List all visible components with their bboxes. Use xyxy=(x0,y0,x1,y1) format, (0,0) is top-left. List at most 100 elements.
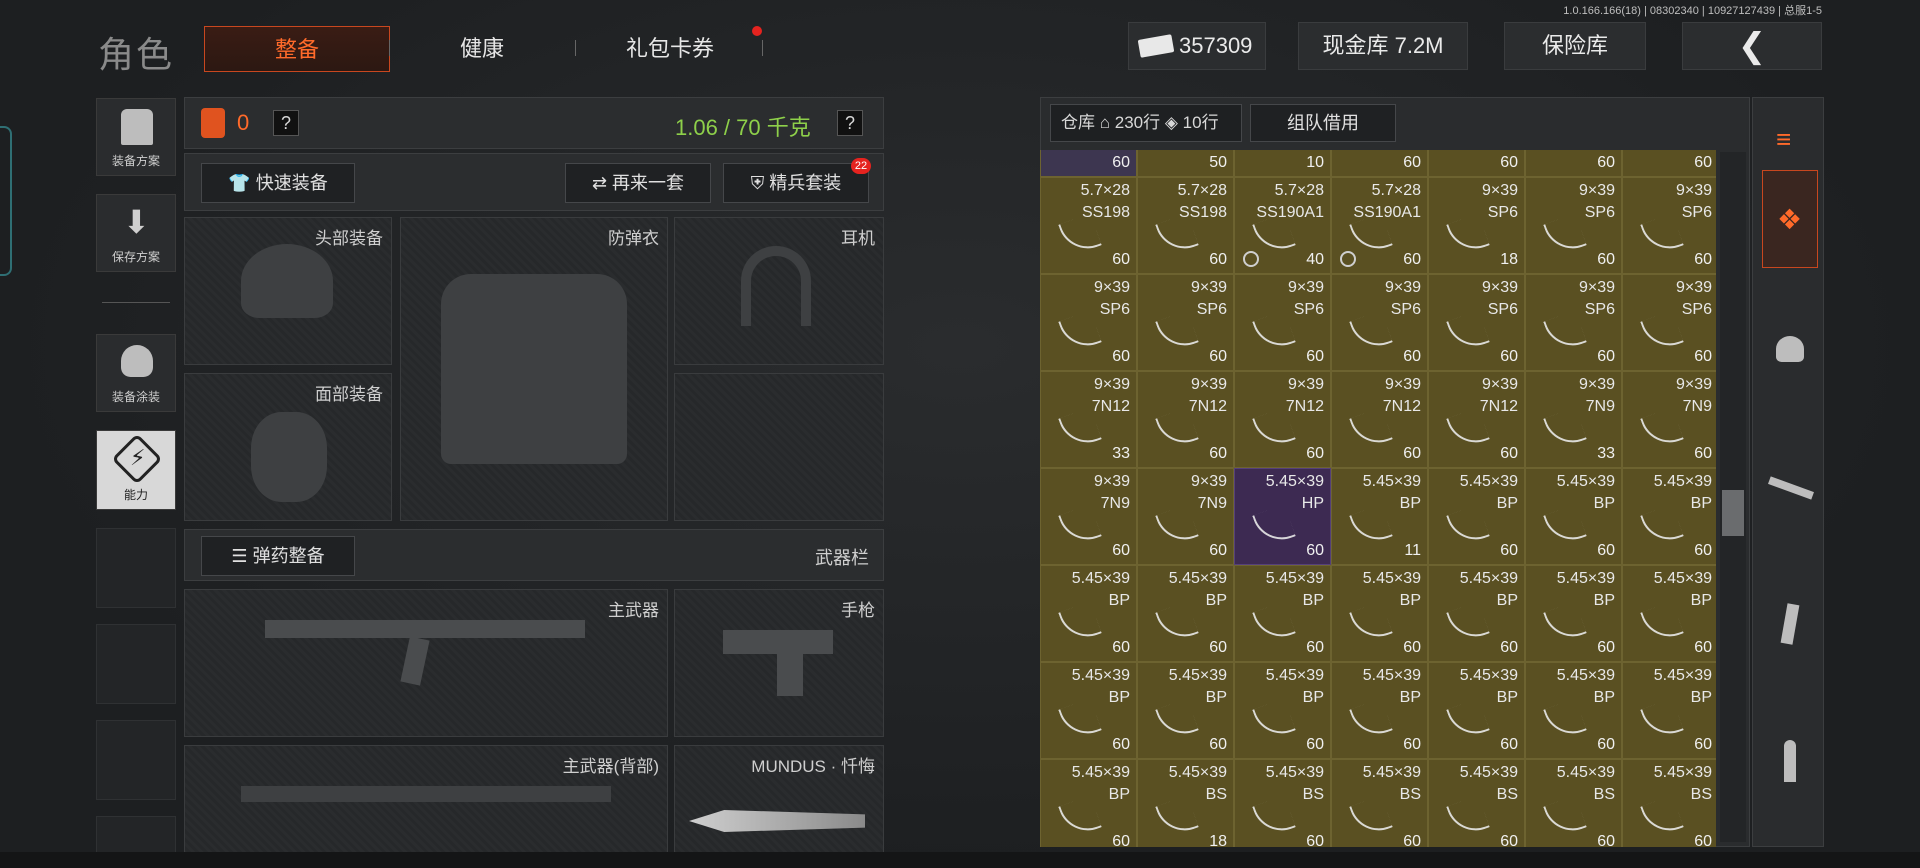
inventory-cell[interactable]: 5.45×39 BS 60 xyxy=(1331,759,1428,847)
ammo-icon xyxy=(1252,504,1296,548)
inventory-cell[interactable]: 9×39 7N12 60 xyxy=(1137,371,1234,468)
inventory-cell[interactable]: 5.45×39 BP 60 xyxy=(1040,565,1137,662)
slot-head[interactable]: 头部装备 xyxy=(184,217,392,365)
inventory-cell[interactable]: 5.45×39 BP 60 xyxy=(1622,468,1716,565)
inventory-cell[interactable]: 9×39 7N9 60 xyxy=(1137,468,1234,565)
nav-ability[interactable]: ⚡ 能力 xyxy=(96,430,176,510)
inventory-cell[interactable]: 5.45×39 BP 60 xyxy=(1428,662,1525,759)
inventory-cell[interactable]: 5.7×28 SS190A1 40 xyxy=(1234,177,1331,274)
inventory-cell[interactable]: 5.45×39 BP 60 xyxy=(1331,565,1428,662)
category-ammo[interactable] xyxy=(1762,720,1818,800)
inventory-cell[interactable]: 5.45×39 BS 18 xyxy=(1137,759,1234,847)
item-caliber: 5.45×39 xyxy=(1556,667,1615,684)
scrollbar-thumb[interactable] xyxy=(1722,490,1744,536)
inventory-cell[interactable]: 9×39 SP6 60 xyxy=(1428,274,1525,371)
inventory-cell[interactable]: 5.45×39 BS 60 xyxy=(1234,759,1331,847)
inventory-cell[interactable]: 9×39 SP6 60 xyxy=(1137,274,1234,371)
inventory-cell[interactable]: 5.7×28 SS198 60 xyxy=(1137,177,1234,274)
item-quantity: 60 xyxy=(1694,348,1712,365)
inventory-cell[interactable]: 9×39 7N9 60 xyxy=(1040,468,1137,565)
inventory-cell[interactable]: 10 xyxy=(1234,150,1331,177)
inventory-cell[interactable]: 9×39 SP6 60 xyxy=(1040,274,1137,371)
inventory-cell[interactable]: 9×39 SP6 60 xyxy=(1622,177,1716,274)
nav-equip-plan[interactable]: 装备方案 xyxy=(96,98,176,176)
item-caliber: 9×39 xyxy=(1578,279,1615,296)
slot-melee[interactable]: MUNDUS · 忏悔 xyxy=(674,745,884,868)
inventory-cell[interactable]: 5.45×39 BP 60 xyxy=(1040,759,1137,847)
category-magazine[interactable] xyxy=(1762,582,1818,662)
tab-gift-vouchers[interactable]: 礼包卡券 xyxy=(600,26,740,72)
back-button[interactable]: ❮ xyxy=(1682,22,1822,70)
tab-equip[interactable]: 整备 xyxy=(204,26,390,72)
inventory-cell[interactable]: 9×39 7N9 60 xyxy=(1622,371,1716,468)
inventory-cell[interactable]: 5.7×28 SS190A1 60 xyxy=(1331,177,1428,274)
inventory-cell[interactable]: 9×39 SP6 60 xyxy=(1234,274,1331,371)
inventory-cell[interactable]: 50 xyxy=(1137,150,1234,177)
inventory-cell[interactable]: 5.45×39 BP 60 xyxy=(1525,662,1622,759)
inventory-cell[interactable]: 9×39 SP6 60 xyxy=(1525,274,1622,371)
inventory-cell[interactable]: 5.7×28 SS198 60 xyxy=(1040,177,1137,274)
inventory-cell[interactable]: 5.45×39 BP 60 xyxy=(1234,662,1331,759)
inventory-cell[interactable]: 60 xyxy=(1331,150,1428,177)
ammo-prep-button[interactable]: ☰ 弹药整备 xyxy=(201,536,355,576)
again-button[interactable]: ⇄ 再来一套 xyxy=(565,163,711,203)
inventory-cell[interactable]: 5.45×39 BP 60 xyxy=(1622,565,1716,662)
inventory-cell[interactable]: 9×39 SP6 60 xyxy=(1331,274,1428,371)
inventory-cell[interactable]: 5.45×39 BP 60 xyxy=(1525,565,1622,662)
inventory-cell[interactable]: 5.45×39 BP 60 xyxy=(1137,565,1234,662)
inventory-cell[interactable]: 60 xyxy=(1525,150,1622,177)
elite-kit-button[interactable]: ⛨ 精兵套装 xyxy=(723,163,869,203)
inventory-cell[interactable]: 9×39 SP6 60 xyxy=(1525,177,1622,274)
quick-equip-button[interactable]: 👕 快速装备 xyxy=(201,163,355,203)
tab-health[interactable]: 健康 xyxy=(420,26,544,72)
category-equipment[interactable]: ❖ xyxy=(1762,170,1818,268)
item-quantity: 60 xyxy=(1597,542,1615,559)
inventory-cell[interactable]: 5.45×39 BP 60 xyxy=(1622,662,1716,759)
item-caliber: 9×39 xyxy=(1190,279,1227,296)
inventory-cell[interactable]: 9×39 7N12 60 xyxy=(1234,371,1331,468)
inventory-cell[interactable]: 5.45×39 HP 60 xyxy=(1234,468,1331,565)
inventory-filter[interactable]: 仓库 ⌂ 230行 ◈ 10行 xyxy=(1050,104,1242,142)
side-handle[interactable] xyxy=(0,126,12,276)
category-helmet[interactable] xyxy=(1762,310,1818,390)
category-all[interactable]: ≡ xyxy=(1762,100,1818,180)
inventory-cell[interactable]: 9×39 SP6 18 xyxy=(1428,177,1525,274)
inventory-cell[interactable]: 5.45×39 BP 60 xyxy=(1525,468,1622,565)
cash-vault-button[interactable]: 现金库 7.2M xyxy=(1298,22,1468,70)
inventory-cell[interactable]: 9×39 SP6 60 xyxy=(1622,274,1716,371)
slot-primary-back[interactable]: 主武器(背部) xyxy=(184,745,668,868)
ammo-icon xyxy=(1640,504,1684,548)
item-caliber: 9×39 xyxy=(1190,376,1227,393)
slot-headset[interactable]: 耳机 xyxy=(674,217,884,365)
slot-face[interactable]: 面部装备 xyxy=(184,373,392,521)
safe-button[interactable]: 保险库 xyxy=(1504,22,1646,70)
team-borrow-button[interactable]: 组队借用 xyxy=(1250,104,1396,142)
nav-equip-skin[interactable]: 装备涂装 xyxy=(96,334,176,412)
inventory-cell[interactable]: 5.45×39 BP 60 xyxy=(1428,565,1525,662)
slot-vest[interactable]: 防弹衣 xyxy=(400,217,668,521)
inventory-cell[interactable]: 60 xyxy=(1040,150,1137,177)
inventory-cell[interactable]: 9×39 7N12 60 xyxy=(1331,371,1428,468)
help-button[interactable]: ? xyxy=(273,110,299,136)
inventory-cell[interactable]: 5.45×39 BS 60 xyxy=(1525,759,1622,847)
inventory-cell[interactable]: 5.45×39 BS 60 xyxy=(1428,759,1525,847)
inventory-cell[interactable]: 5.45×39 BP 11 xyxy=(1331,468,1428,565)
inventory-cell[interactable]: 5.45×39 BP 60 xyxy=(1331,662,1428,759)
inventory-cell[interactable]: 60 xyxy=(1428,150,1525,177)
inventory-cell[interactable]: 5.45×39 BP 60 xyxy=(1137,662,1234,759)
inventory-cell[interactable]: 5.45×39 BP 60 xyxy=(1428,468,1525,565)
inventory-cell[interactable]: 9×39 7N9 33 xyxy=(1525,371,1622,468)
slot-pistol[interactable]: 手枪 xyxy=(674,589,884,737)
inventory-cell[interactable]: 5.45×39 BP 60 xyxy=(1234,565,1331,662)
inventory-cell[interactable]: 9×39 7N12 60 xyxy=(1428,371,1525,468)
weight-help-button[interactable]: ? xyxy=(837,110,863,136)
category-weapon[interactable] xyxy=(1762,448,1818,528)
inventory-cell[interactable]: 60 xyxy=(1622,150,1716,177)
slot-primary-weapon[interactable]: 主武器 xyxy=(184,589,668,737)
slot-empty[interactable] xyxy=(674,373,884,521)
inventory-cell[interactable]: 9×39 7N12 33 xyxy=(1040,371,1137,468)
nav-save-plan[interactable]: ⬇ 保存方案 xyxy=(96,194,176,272)
inventory-cell[interactable]: 5.45×39 BS 60 xyxy=(1622,759,1716,847)
refresh-icon: ⇄ xyxy=(591,173,608,193)
inventory-cell[interactable]: 5.45×39 BP 60 xyxy=(1040,662,1137,759)
